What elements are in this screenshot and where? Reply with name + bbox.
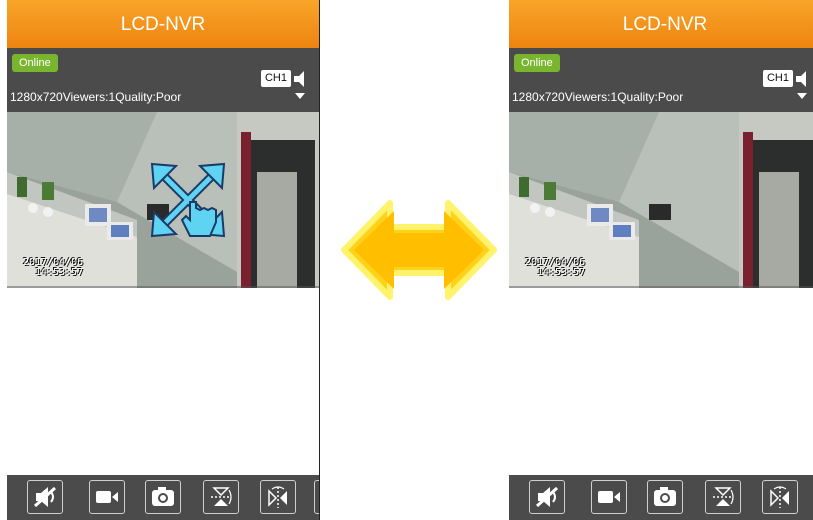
online-badge: Online	[12, 54, 58, 72]
mirror-horizontal-button[interactable]	[762, 480, 798, 514]
bottom-toolbar	[7, 475, 319, 520]
channel-selector[interactable]: CH1	[261, 68, 313, 104]
app-title-bar: LCD-NVR	[7, 0, 319, 48]
record-button[interactable]	[89, 480, 125, 514]
mute-icon	[535, 486, 559, 508]
record-video-icon	[96, 491, 118, 503]
snapshot-button[interactable]	[145, 480, 181, 514]
phone-screen-right: LCD-NVR Online 1280x720Viewers:1Quality:…	[509, 0, 813, 520]
channel-label: CH1	[763, 70, 793, 87]
online-badge: Online	[514, 54, 560, 72]
app-title: LCD-NVR	[622, 14, 708, 35]
flip-vertical-button[interactable]	[705, 480, 741, 514]
bottom-toolbar	[509, 475, 813, 520]
snapshot-icon	[654, 487, 676, 506]
channel-selector[interactable]: CH1	[763, 68, 813, 104]
stream-info: 1280x720Viewers:1Quality:Poor	[512, 90, 684, 104]
mirror-horizontal-icon	[770, 486, 789, 508]
video-timestamp: 2017/04/06 14:53:57	[525, 258, 585, 278]
flip-vertical-icon	[713, 487, 734, 506]
status-bar: Online 1280x720Viewers:1Quality:Poor CH1	[7, 48, 319, 112]
pinch-zoom-gesture-icon	[150, 162, 226, 238]
app-title: LCD-NVR	[120, 14, 206, 35]
flip-vertical-icon	[211, 487, 232, 506]
record-button[interactable]	[591, 480, 627, 514]
live-video-view[interactable]: 2017/04/06 14:53:57	[509, 112, 813, 288]
stream-info: 1280x720Viewers:1Quality:Poor	[10, 90, 182, 104]
snapshot-icon	[152, 487, 174, 506]
speaker-icon	[796, 71, 807, 99]
mute-button[interactable]	[529, 480, 565, 514]
mute-icon	[33, 486, 57, 508]
app-title-bar: LCD-NVR	[509, 0, 813, 48]
more-button-partial[interactable]	[314, 480, 319, 514]
timestamp-time: 14:53:57	[35, 267, 84, 278]
phone-screen-left: LCD-NVR Online 1280x720Viewers:1Quality:…	[7, 0, 320, 520]
double-arrow-icon	[341, 200, 497, 300]
snapshot-button[interactable]	[647, 480, 683, 514]
mute-button[interactable]	[27, 480, 63, 514]
mirror-horizontal-button[interactable]	[260, 480, 296, 514]
timestamp-time: 14:53:57	[537, 267, 586, 278]
channel-label: CH1	[261, 70, 291, 87]
record-video-icon	[598, 491, 620, 503]
speaker-icon	[294, 71, 305, 99]
flip-vertical-button[interactable]	[203, 480, 239, 514]
status-bar: Online 1280x720Viewers:1Quality:Poor CH1	[509, 48, 813, 112]
video-timestamp: 2017/04/06 14:53:57	[23, 258, 83, 278]
mirror-horizontal-icon	[268, 486, 287, 508]
